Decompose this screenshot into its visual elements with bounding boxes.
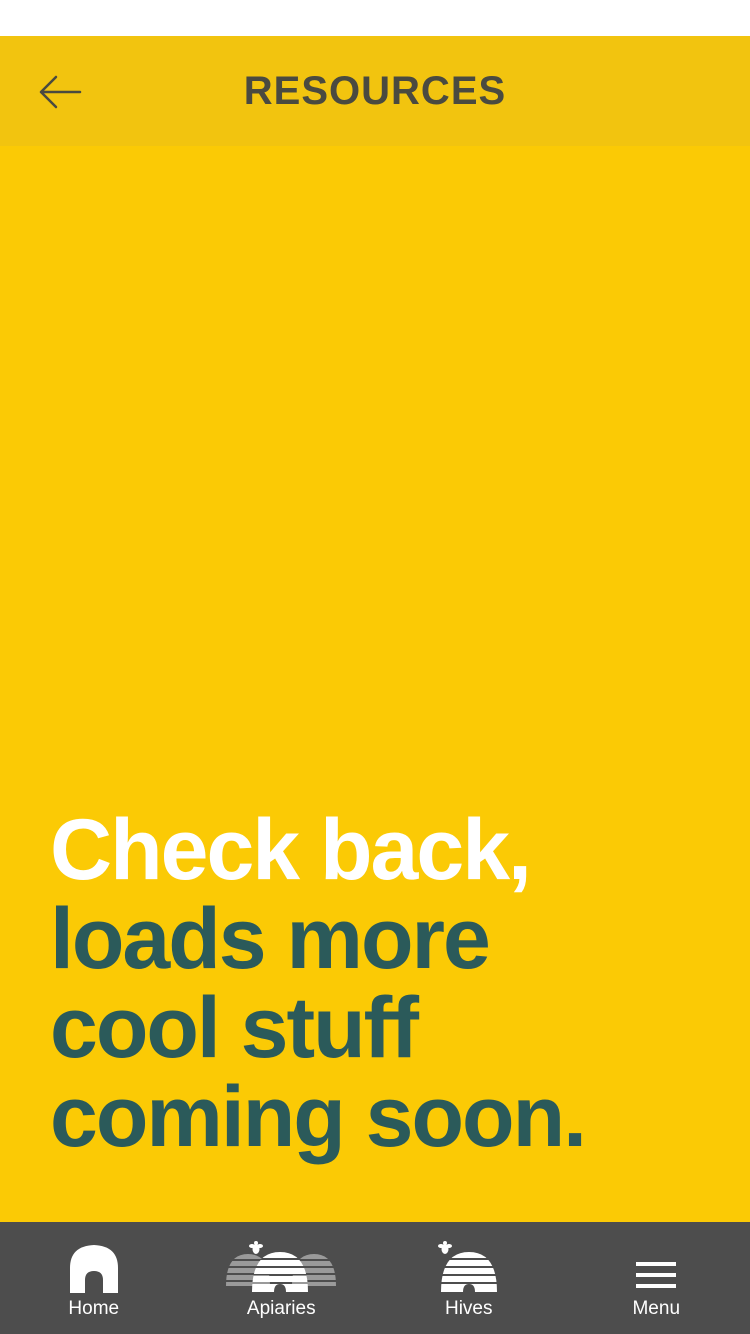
- message-line-1: Check back,: [50, 802, 532, 898]
- tab-hives[interactable]: Hives: [375, 1222, 563, 1334]
- arrow-left-icon: [39, 75, 82, 109]
- message-line-4: coming soon.: [50, 1069, 587, 1165]
- coming-soon-message: Check back, loads more cool stuff coming…: [50, 806, 730, 1162]
- hive-icon: [437, 1241, 497, 1292]
- apiaries-icon: [226, 1241, 337, 1292]
- tab-menu-label: Menu: [632, 1298, 681, 1319]
- header-bar: RESOURCES: [0, 36, 750, 146]
- tab-hives-label: Hives: [444, 1298, 493, 1319]
- tab-menu[interactable]: Menu: [563, 1222, 750, 1334]
- tab-apiaries-label: Apiaries: [246, 1298, 316, 1319]
- home-icon: [69, 1245, 118, 1293]
- message-line-2: loads more: [50, 891, 491, 987]
- hamburger-menu-icon: [636, 1262, 677, 1288]
- message-line-3: cool stuff: [50, 980, 419, 1076]
- main-content: Check back, loads more cool stuff coming…: [0, 146, 750, 1222]
- bottom-tab-bar: Home Apiaries Hives Menu: [0, 1222, 750, 1334]
- tab-apiaries[interactable]: Apiaries: [188, 1222, 376, 1334]
- tab-home-label: Home: [68, 1298, 120, 1319]
- tab-home[interactable]: Home: [0, 1222, 188, 1334]
- back-button[interactable]: [28, 64, 92, 120]
- page-title: RESOURCES: [243, 68, 507, 113]
- status-bar: [0, 0, 750, 36]
